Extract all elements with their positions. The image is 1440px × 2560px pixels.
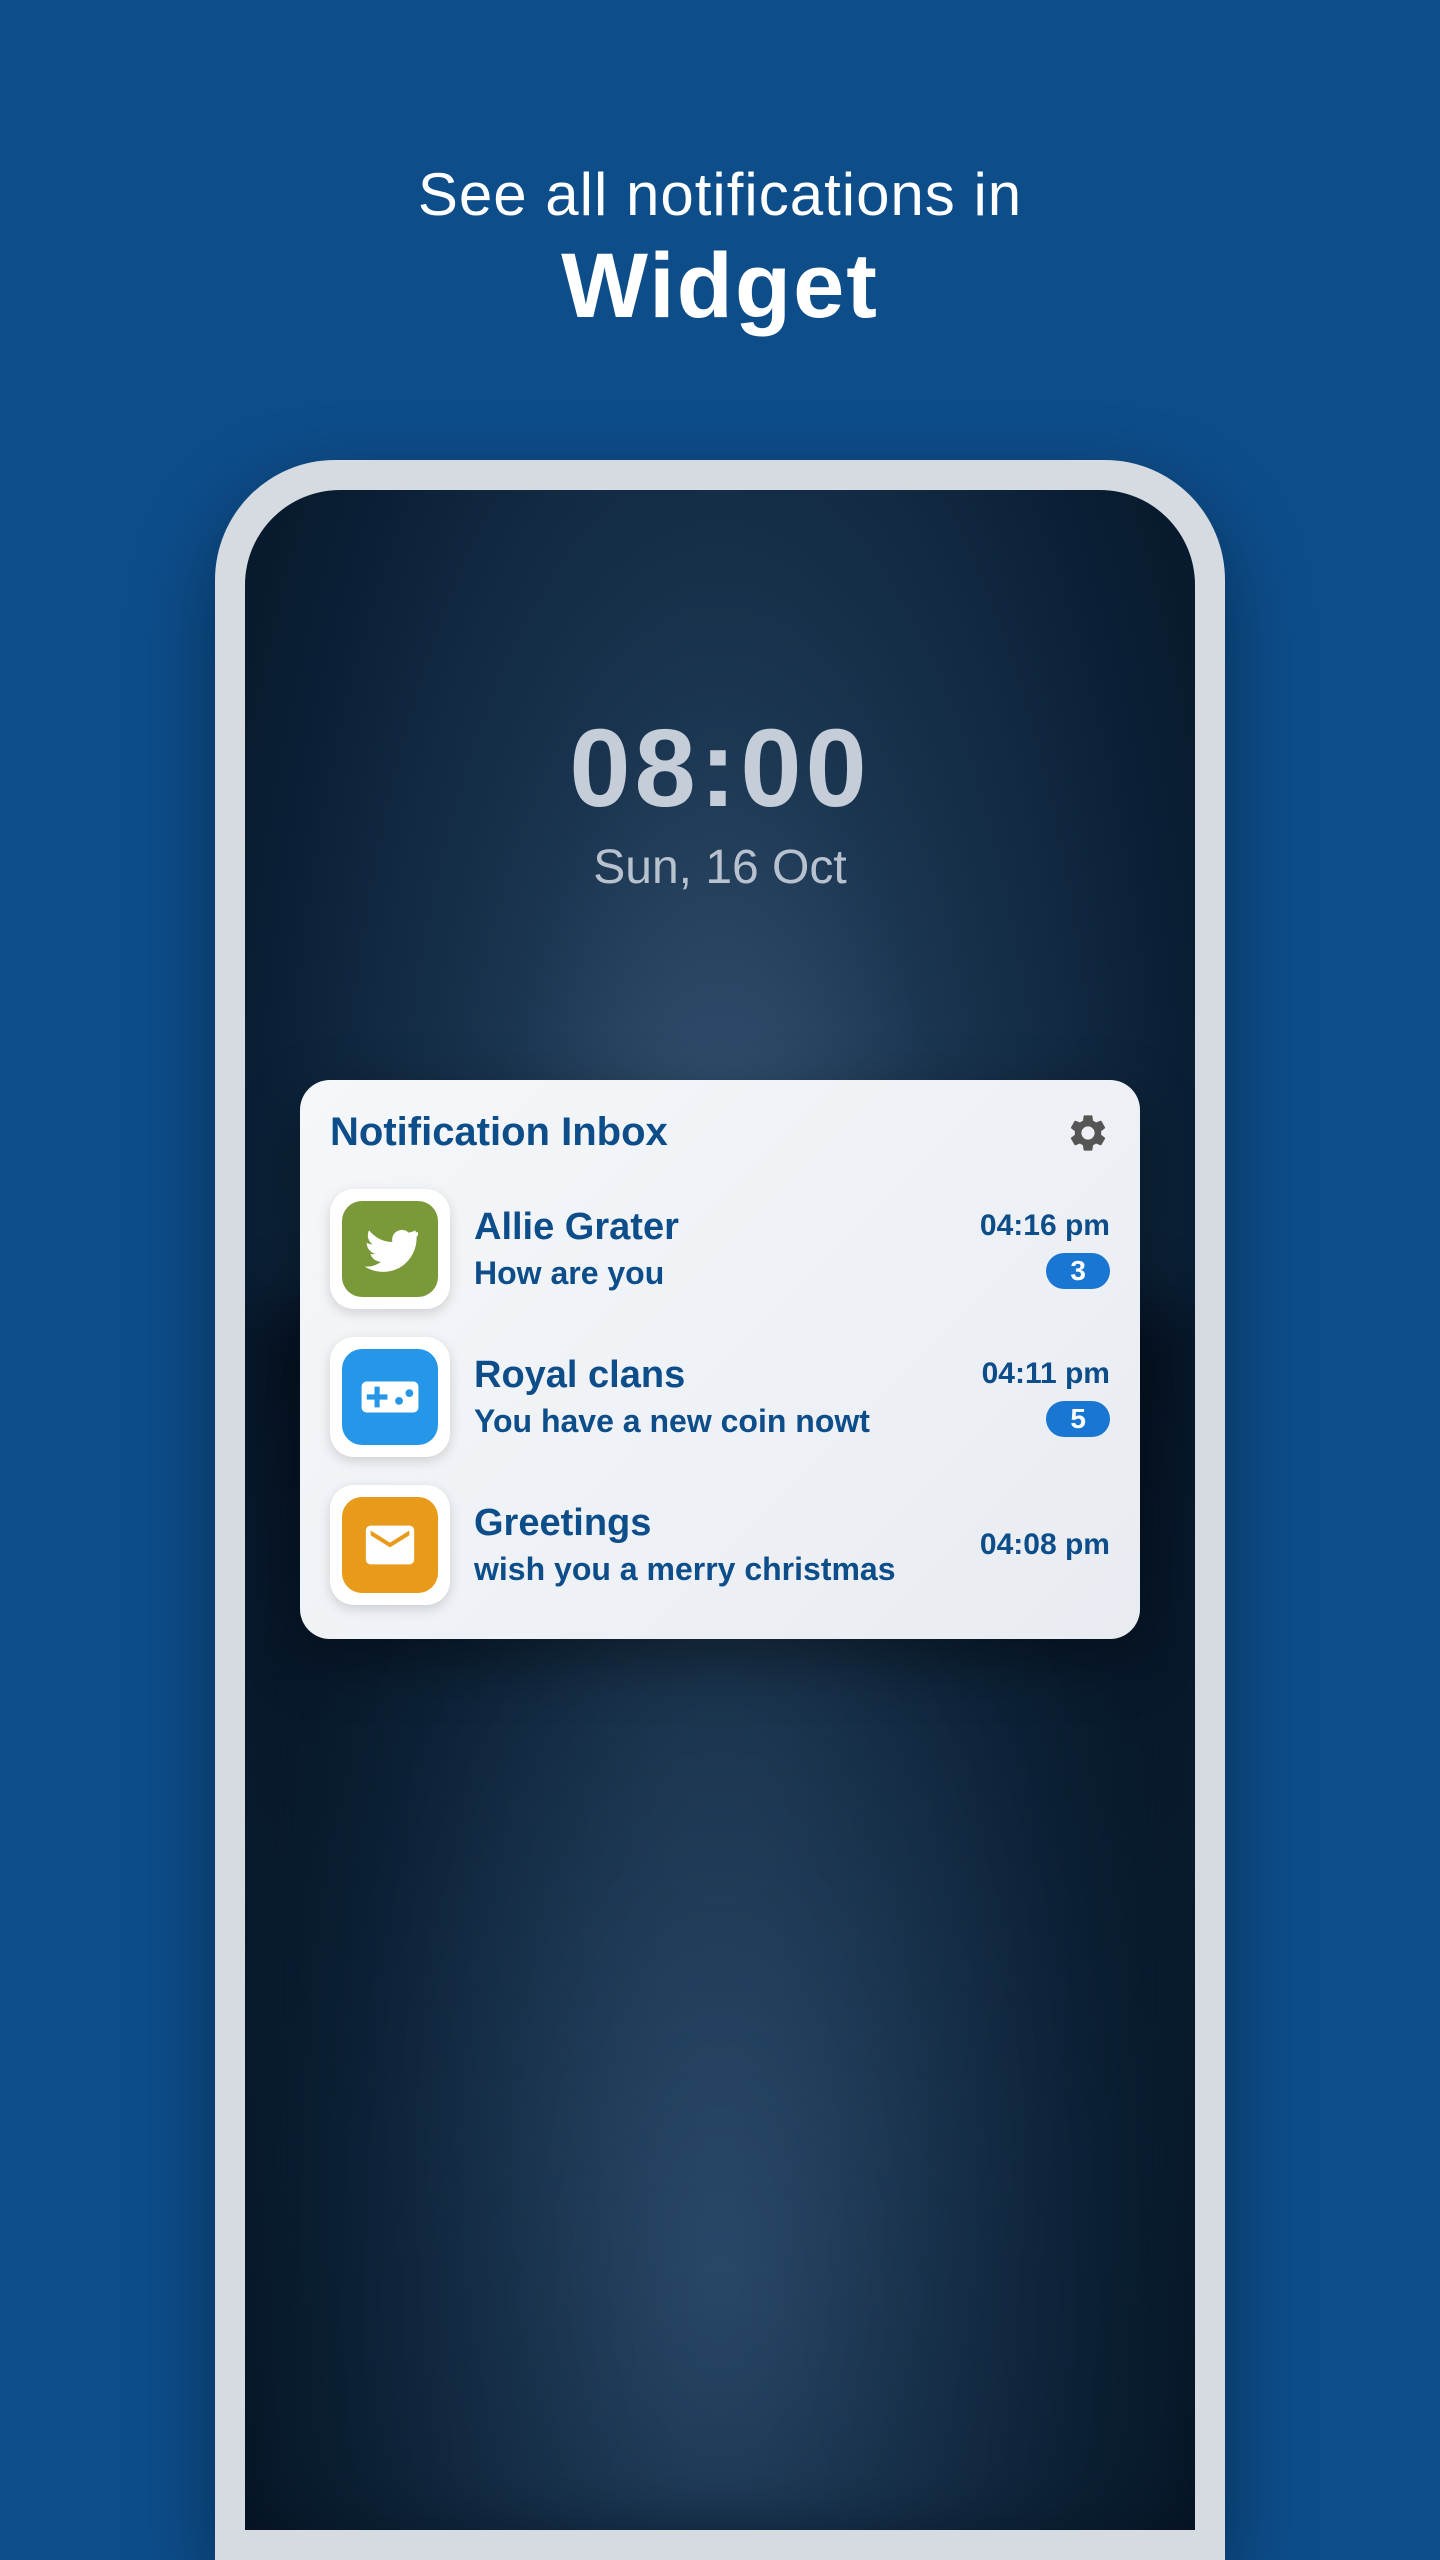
app-icon: [330, 1337, 450, 1457]
notification-title: Allie Grater: [474, 1206, 956, 1249]
clock-date: Sun, 16 Oct: [245, 840, 1195, 895]
notification-meta: 04:11 pm 5: [982, 1357, 1110, 1437]
notification-title: Royal clans: [474, 1354, 958, 1397]
notification-message: You have a new coin nowt: [474, 1403, 958, 1440]
widget-header: Notification Inbox: [330, 1110, 1110, 1155]
mail-icon: [342, 1497, 438, 1593]
notification-meta: 04:16 pm 3: [980, 1209, 1110, 1289]
phone-screen: 08:00 Sun, 16 Oct Notification Inbox: [245, 490, 1195, 2530]
phone-frame: 08:00 Sun, 16 Oct Notification Inbox: [215, 460, 1225, 2560]
notification-item[interactable]: Allie Grater How are you 04:16 pm 3: [330, 1175, 1110, 1323]
notification-badge: 5: [1046, 1401, 1110, 1437]
notification-time: 04:08 pm: [980, 1528, 1110, 1562]
notification-content: Greetings wish you a merry christmas: [474, 1502, 956, 1588]
notification-badge: 3: [1046, 1253, 1110, 1289]
notification-title: Greetings: [474, 1502, 956, 1545]
headline: See all notifications in Widget: [0, 0, 1440, 339]
clock-area: 08:00 Sun, 16 Oct: [245, 490, 1195, 895]
gamepad-icon: [342, 1349, 438, 1445]
clock-time: 08:00: [245, 705, 1195, 832]
headline-top: See all notifications in: [0, 160, 1440, 229]
notification-message: wish you a merry christmas: [474, 1551, 956, 1588]
widget-title: Notification Inbox: [330, 1110, 668, 1155]
bird-icon: [342, 1201, 438, 1297]
notification-message: How are you: [474, 1255, 956, 1292]
notification-content: Allie Grater How are you: [474, 1206, 956, 1292]
notification-item[interactable]: Greetings wish you a merry christmas 04:…: [330, 1471, 1110, 1619]
gear-icon[interactable]: [1066, 1111, 1110, 1155]
app-icon: [330, 1189, 450, 1309]
notification-item[interactable]: Royal clans You have a new coin nowt 04:…: [330, 1323, 1110, 1471]
app-icon: [330, 1485, 450, 1605]
notification-time: 04:16 pm: [980, 1209, 1110, 1243]
notification-time: 04:11 pm: [982, 1357, 1110, 1391]
notification-widget[interactable]: Notification Inbox Allie Grater How are: [300, 1080, 1140, 1639]
notification-meta: 04:08 pm: [980, 1528, 1110, 1562]
headline-bottom: Widget: [0, 234, 1440, 339]
notification-content: Royal clans You have a new coin nowt: [474, 1354, 958, 1440]
